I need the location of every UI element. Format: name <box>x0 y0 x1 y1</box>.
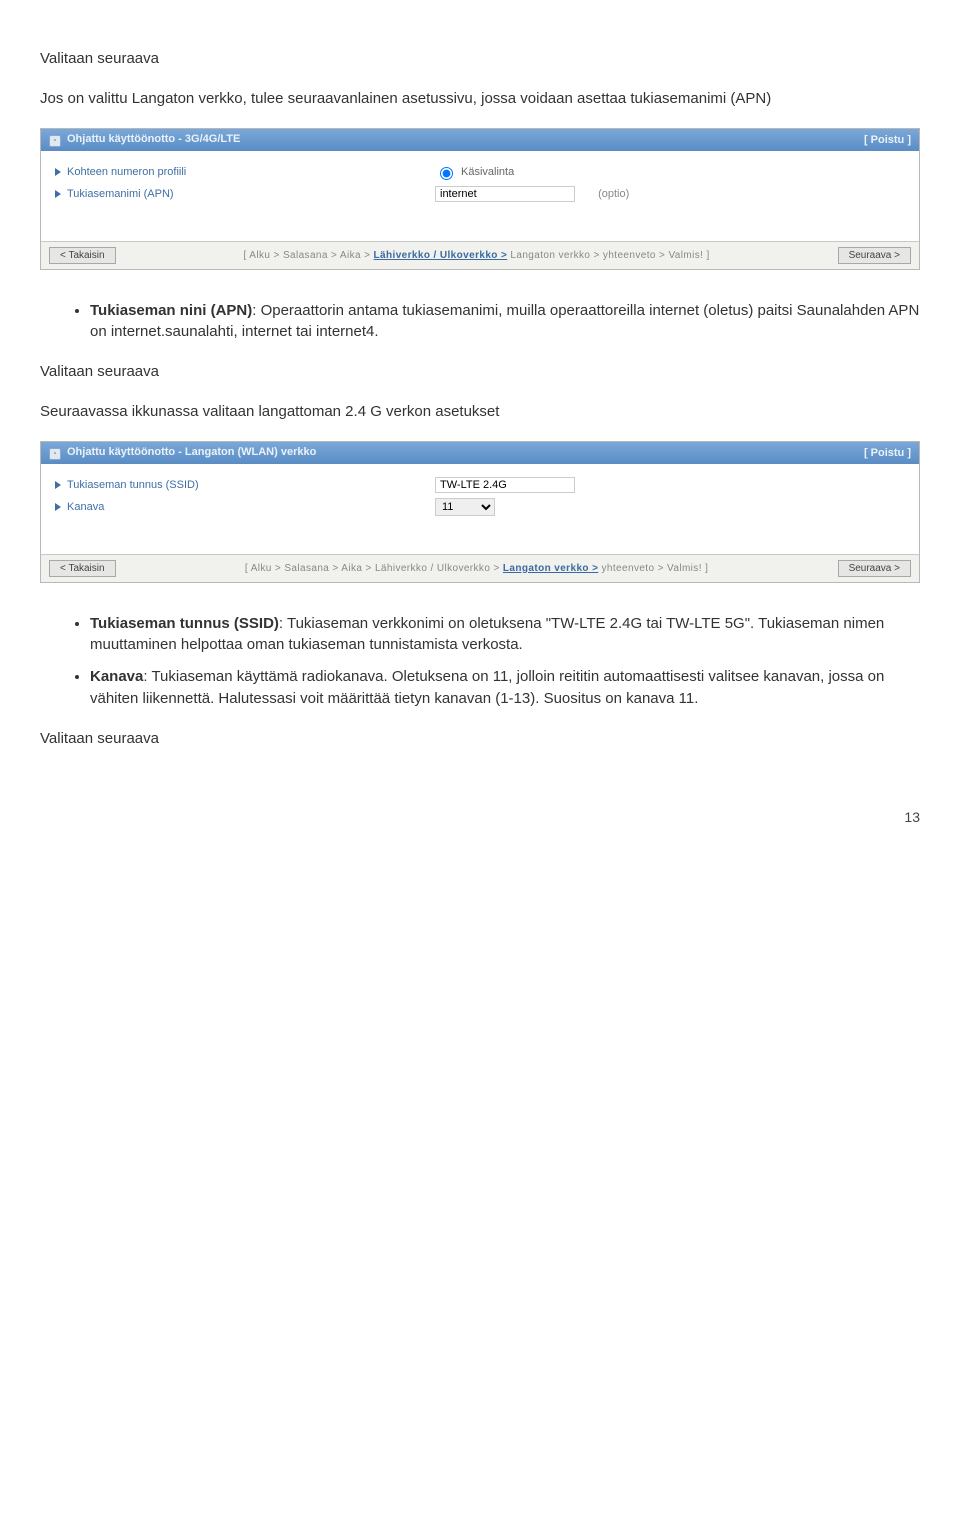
manual-radio[interactable] <box>440 167 453 180</box>
field-apn: Tukiasemanimi (APN) <box>55 188 435 200</box>
panel-title: Ohjattu käyttöönotto - 3G/4G/LTE <box>67 133 240 145</box>
paragraph-mid1: Valitaan seuraava <box>40 361 920 383</box>
panel-footer: < Takaisin [ Alku > Salasana > Aika > Lä… <box>41 241 919 269</box>
channel-select[interactable]: 11 <box>435 498 495 516</box>
list-item: Tukiaseman tunnus (SSID): Tukiaseman ver… <box>90 613 920 657</box>
field-ssid: Tukiaseman tunnus (SSID) <box>55 479 435 491</box>
panel-header: -Ohjattu käyttöönotto - Langaton (WLAN) … <box>41 442 919 464</box>
panel-header: -Ohjattu käyttöönotto - 3G/4G/LTE [ Pois… <box>41 129 919 151</box>
list-item-bold: Kanava <box>90 668 143 685</box>
next-button[interactable]: Seuraava > <box>838 560 911 577</box>
paragraph-intro1: Valitaan seuraava <box>40 48 920 70</box>
paragraph-mid2: Seuraavassa ikkunassa valitaan langattom… <box>40 401 920 423</box>
arrow-icon <box>55 481 61 489</box>
page-number: 13 <box>40 809 920 825</box>
list-item: Tukiaseman nini (APN): Operaattorin anta… <box>90 300 920 344</box>
back-button[interactable]: < Takaisin <box>49 247 116 264</box>
radio-label: Käsivalinta <box>461 166 514 178</box>
paragraph-intro2: Jos on valittu Langaton verkko, tulee se… <box>40 88 920 110</box>
panel-body: Tukiaseman tunnus (SSID) Kanava 11 <box>41 464 919 554</box>
wizard-panel-3g4g: -Ohjattu käyttöönotto - 3G/4G/LTE [ Pois… <box>40 128 920 270</box>
list-item-text: : Tukiaseman käyttämä radiokanava. Oletu… <box>90 668 884 707</box>
exit-link[interactable]: [ Poistu ] <box>864 134 911 146</box>
list-item-bold: Tukiaseman tunnus (SSID) <box>90 615 279 632</box>
field-label: Kanava <box>67 501 104 513</box>
panel-footer: < Takaisin [ Alku > Salasana > Aika > Lä… <box>41 554 919 582</box>
collapse-icon: - <box>49 448 61 460</box>
wizard-panel-wlan: -Ohjattu käyttöönotto - Langaton (WLAN) … <box>40 441 920 583</box>
arrow-icon <box>55 503 61 511</box>
bc-current: Lähiverkko / Ulkoverkko > <box>374 250 508 261</box>
breadcrumb: [ Alku > Salasana > Aika > Lähiverkko / … <box>245 563 708 574</box>
field-profile: Kohteen numeron profiili <box>55 166 435 178</box>
arrow-icon <box>55 168 61 176</box>
back-button[interactable]: < Takaisin <box>49 560 116 577</box>
collapse-icon: - <box>49 135 61 147</box>
bc-current: Langaton verkko > <box>503 563 598 574</box>
bc-past: [ Alku > Salasana > Aika > Lähiverkko / … <box>245 563 503 574</box>
panel-body: Kohteen numeron profiili Käsivalinta Tuk… <box>41 151 919 241</box>
field-label: Tukiasemanimi (APN) <box>67 188 174 200</box>
arrow-icon <box>55 190 61 198</box>
breadcrumb: [ Alku > Salasana > Aika > Lähiverkko / … <box>243 250 709 261</box>
exit-link[interactable]: [ Poistu ] <box>864 447 911 459</box>
optio-label: (optio) <box>598 188 629 200</box>
field-label: Tukiaseman tunnus (SSID) <box>67 479 199 491</box>
paragraph-end: Valitaan seuraava <box>40 728 920 750</box>
panel-title: Ohjattu käyttöönotto - Langaton (WLAN) v… <box>67 446 316 458</box>
ssid-input[interactable] <box>435 477 575 493</box>
field-label: Kohteen numeron profiili <box>67 166 186 178</box>
bc-rest: yhteenveto > Valmis! ] <box>598 563 708 574</box>
next-button[interactable]: Seuraava > <box>838 247 911 264</box>
bullet-list-2: Tukiaseman tunnus (SSID): Tukiaseman ver… <box>40 613 920 710</box>
bc-rest: Langaton verkko > yhteenveto > Valmis! ] <box>507 250 709 261</box>
field-channel: Kanava <box>55 501 435 513</box>
list-item: Kanava: Tukiaseman käyttämä radiokanava.… <box>90 666 920 710</box>
list-item-bold: Tukiaseman nini (APN) <box>90 302 252 319</box>
apn-input[interactable] <box>435 186 575 202</box>
bullet-list-1: Tukiaseman nini (APN): Operaattorin anta… <box>40 300 920 344</box>
bc-past: [ Alku > Salasana > Aika > <box>243 250 373 261</box>
